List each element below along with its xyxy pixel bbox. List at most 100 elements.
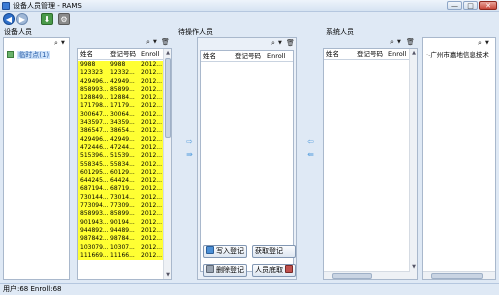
table-cell: 47244... — [110, 143, 135, 151]
scroll-thumb[interactable] — [332, 273, 372, 279]
table-row[interactable]: 171798... 17179... 2012... — [78, 102, 163, 111]
column-header[interactable]: 姓名 — [78, 49, 108, 59]
move-right-icon[interactable]: ⇨ — [183, 137, 196, 146]
scroll-thumb[interactable] — [165, 58, 171, 138]
column-header[interactable]: 姓名 — [201, 51, 233, 61]
table-cell: 2012... — [141, 102, 162, 110]
column-header[interactable]: 登记号码 — [233, 51, 265, 61]
chevron-down-icon[interactable]: ▼ — [485, 38, 489, 48]
scroll-up-icon[interactable]: ▲ — [410, 49, 417, 57]
table-row[interactable]: 429496... 42949... 2012... — [78, 135, 163, 144]
table-row[interactable]: 944892... 94489... 2012... — [78, 226, 163, 236]
table-row[interactable]: 687194... 68719... 2012... — [78, 185, 163, 194]
search-icon[interactable]: ⌕ — [390, 37, 394, 47]
search-icon[interactable]: ⌕ — [54, 38, 58, 48]
org-node-label: 广州市嘉地信息技术 — [430, 51, 489, 59]
table-row[interactable]: 343597... 34359... 2012... — [78, 119, 163, 128]
device-tree-node[interactable]: 临时点(1) — [7, 51, 51, 60]
system-user-list: 姓名 登记号码 Enroll ▲ ▼ — [323, 48, 418, 280]
move-left-icon[interactable]: ⇦ — [304, 137, 317, 146]
title-bar: 设备人员管理 - RAMS — □ ✕ — [0, 0, 499, 12]
delete-icon[interactable]: 🗑 — [286, 38, 295, 48]
table-row[interactable]: 773094... 77309... 2012... — [78, 202, 163, 211]
scroll-thumb[interactable] — [431, 273, 483, 279]
move-all-right-icon[interactable]: ⇛ — [183, 150, 196, 159]
table-row[interactable]: 128849... 12884... 2012... — [78, 94, 163, 103]
table-cell: 472446... — [80, 143, 108, 151]
column-header[interactable]: 登记号码 — [355, 49, 386, 59]
horizontal-scrollbar[interactable] — [324, 271, 410, 279]
chevron-down-icon[interactable]: ▼ — [278, 38, 282, 48]
face-capture-button[interactable]: 人员底取 — [252, 264, 296, 277]
table-cell: 60129... — [110, 168, 135, 176]
horizontal-scrollbar[interactable] — [423, 271, 495, 279]
table-cell: 128849... — [80, 94, 108, 102]
table-cell: 2012... — [141, 135, 162, 143]
tool-icon[interactable]: ⚙ — [58, 13, 70, 25]
column-header[interactable]: Enroll — [265, 51, 293, 61]
chevron-down-icon[interactable]: ▼ — [397, 37, 401, 47]
chevron-down-icon[interactable]: ▼ — [153, 37, 157, 47]
table-cell: 2012... — [141, 94, 162, 102]
table-row[interactable]: 858993... 85899... 2012... — [78, 210, 163, 219]
arrow-left-icon[interactable]: ◀ — [3, 13, 15, 25]
save-icon[interactable]: ⬇ — [41, 13, 53, 25]
delete-icon[interactable]: 🗑 — [406, 37, 415, 47]
scroll-down-icon[interactable]: ▼ — [410, 263, 417, 271]
org-tree-node[interactable]: ·-广州市嘉地信息技术 — [426, 51, 489, 60]
chevron-down-icon[interactable]: ▼ — [61, 38, 65, 48]
delete-icon[interactable]: 🗑 — [161, 37, 170, 47]
table-row[interactable]: 901943... 90194... 2012... — [78, 218, 163, 227]
table-row[interactable]: 386547... 38654... 2012... — [78, 127, 163, 136]
table-cell: 687194... — [80, 185, 108, 193]
table-cell: 12884... — [110, 94, 135, 102]
column-header[interactable]: Enroll — [139, 49, 163, 59]
table-row[interactable]: 558345... 55834... 2012... — [78, 160, 163, 169]
minimize-button[interactable]: — — [447, 1, 462, 10]
table-cell: 77309... — [110, 202, 135, 210]
system-search-bar: ⌕ ▼ 🗑 — [324, 37, 418, 47]
table-row[interactable]: 300647... 30064... 2012... — [78, 110, 163, 120]
vertical-scrollbar[interactable]: ▲ ▼ — [163, 49, 171, 279]
table-row[interactable]: 858993... 85899... 2012... — [78, 85, 163, 95]
table-cell: 2012... — [141, 61, 162, 68]
table-row[interactable]: 123323 12332... 2012... — [78, 69, 163, 78]
search-icon[interactable]: ⌕ — [478, 38, 482, 48]
table-row[interactable]: 644245... 64424... 2012... — [78, 177, 163, 186]
table-row[interactable]: 103079... 10307... 2012... — [78, 243, 163, 252]
table-cell: 2012... — [141, 119, 162, 127]
column-header[interactable]: 姓名 — [324, 49, 355, 59]
search-icon[interactable]: ⌕ — [271, 38, 275, 48]
write-enroll-button[interactable]: 写入登记 — [203, 245, 247, 258]
table-row[interactable]: 429496... 42949... 2012... — [78, 77, 163, 86]
table-cell: 85899... — [110, 85, 135, 93]
table-row[interactable]: 730144... 73014... 2012... — [78, 193, 163, 203]
table-row[interactable]: 601295... 60129... 2012... — [78, 168, 163, 178]
search-icon[interactable]: ⌕ — [146, 37, 150, 47]
delete-enroll-button[interactable]: 删除登记 — [203, 264, 247, 277]
table-cell: 42949... — [110, 135, 135, 143]
table-row[interactable]: 9988 9988 2012... — [78, 61, 163, 70]
column-header[interactable]: Enroll — [386, 49, 410, 59]
vertical-scrollbar[interactable]: ▲ ▼ — [409, 49, 417, 279]
table-row[interactable]: 987842... 98784... 2012... — [78, 235, 163, 244]
table-row[interactable]: 111669... 11166... 2012... — [78, 251, 163, 261]
move-all-left-icon[interactable]: ⇚ — [304, 150, 317, 159]
fetch-enroll-label: 获取登记 — [255, 247, 283, 255]
arrow-right-icon[interactable]: ▶ — [16, 13, 28, 25]
close-button[interactable]: ✕ — [479, 1, 497, 10]
table-cell: 858993... — [80, 210, 108, 218]
table-cell: 2012... — [141, 77, 162, 85]
column-header[interactable]: 登记号码 — [108, 49, 139, 59]
maximize-button[interactable]: □ — [463, 1, 478, 10]
table-cell: 64424... — [110, 177, 135, 185]
table-cell: 429496... — [80, 77, 108, 85]
table-row[interactable]: 472446... 47244... 2012... — [78, 143, 163, 153]
table-cell: 901943... — [80, 218, 108, 226]
table-row[interactable]: 515396... 51539... 2012... — [78, 152, 163, 161]
scroll-down-icon[interactable]: ▼ — [164, 271, 171, 279]
table-cell: 2012... — [141, 185, 162, 193]
scroll-up-icon[interactable]: ▲ — [164, 49, 171, 57]
fetch-enroll-button[interactable]: 获取登记 — [252, 245, 296, 258]
table-cell: 9988 — [80, 61, 96, 68]
